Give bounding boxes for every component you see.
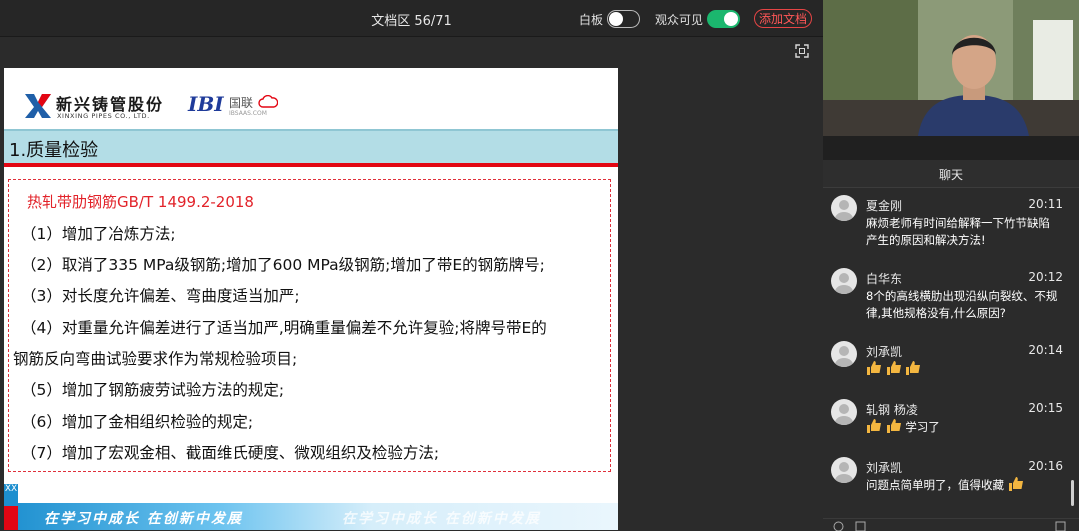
- slide-footer-band: 在学习中成长 在创新中发展 在学习中成长 在创新中发展: [4, 503, 618, 530]
- slide-content-box: 热轧带肋钢筋GB/T 1499.2-2018 （1）增加了冶炼方法; （2）取消…: [8, 179, 611, 472]
- message-text: [866, 361, 1061, 378]
- chat-input-toolbar: [823, 518, 1079, 531]
- message-sender: 夏金刚: [866, 199, 903, 213]
- audience-visible-toggle[interactable]: [707, 10, 740, 28]
- avatar: [831, 268, 857, 294]
- thumbs-up-icon: [1008, 477, 1023, 491]
- chat-message: 轧钢 杨凌 20:15 学习了: [823, 392, 1079, 450]
- thumbs-up-icon: [867, 419, 881, 433]
- slide-title-band: 1.质量检验: [4, 129, 618, 163]
- toggle-knob: [609, 12, 623, 26]
- message-text-content: 学习了: [905, 420, 940, 434]
- add-document-button[interactable]: 添加文档: [754, 9, 813, 28]
- content-line: （1）增加了冶炼方法;: [21, 225, 176, 243]
- thumbs-up-icon: [867, 361, 881, 375]
- message-time: 20:12: [1028, 270, 1063, 284]
- content-line: （2）取消了335 MPa级钢筋;增加了600 MPa级钢筋;增加了带E的钢筋牌…: [21, 256, 545, 274]
- xinxing-logo-icon: [25, 94, 51, 118]
- chat-message: 夏金刚 20:11 麻烦老师有时间给解释一下竹节缺陷产生的原因和解决方法!: [823, 188, 1079, 260]
- content-line: （5）增加了钢筋疲劳试验方法的规定;: [21, 381, 285, 399]
- message-sender: 刘承凯: [866, 461, 903, 475]
- audience-visible-label: 观众可见: [655, 13, 704, 27]
- presenter-video-frame: [823, 0, 1079, 136]
- document-toolbar: 文档区 56/71 白板 观众可见 添加文档: [0, 0, 823, 37]
- presentation-slide: 新兴铸管股份 XINXING PIPES CO., LTD. IBI 国联 IB…: [4, 68, 618, 530]
- message-sender: 白华东: [866, 272, 903, 286]
- fullscreen-icon[interactable]: [795, 44, 809, 58]
- guolian-logo-text: 国联: [229, 96, 254, 110]
- avatar: [831, 195, 857, 221]
- title-divider: [4, 163, 618, 167]
- chat-message-list[interactable]: 夏金刚 20:11 麻烦老师有时间给解释一下竹节缺陷产生的原因和解决方法! 白华…: [823, 188, 1079, 518]
- ibi-logo-mark: IBI: [188, 92, 224, 116]
- message-sender: 刘承凯: [866, 345, 903, 359]
- message-time: 20:15: [1028, 401, 1063, 415]
- footer-slogan: 在学习中成长 在创新中发展: [44, 511, 243, 527]
- panel-divider: [823, 136, 1079, 160]
- content-line: 钢筋反向弯曲试验要求作为常规检验项目;: [13, 350, 298, 368]
- whiteboard-label: 白板: [579, 13, 604, 27]
- chat-header: 聊天: [823, 160, 1079, 188]
- chat-message: 刘承凯 20:16 问题点简单明了，值得收藏: [823, 450, 1079, 508]
- chat-message: 白华东 20:12 8个的高线横肋出现沿纵向裂纹、不规律,其他规格没有,什么原因…: [823, 261, 1079, 333]
- footer-tag: XX: [4, 484, 18, 506]
- thumbs-up-icon: [906, 361, 921, 375]
- chat-message: 刘承凯 20:14: [823, 334, 1079, 392]
- message-text: 学习了: [866, 419, 1061, 436]
- message-text: 麻烦老师有时间给解释一下竹节缺陷产生的原因和解决方法!: [866, 216, 1050, 247]
- message-text: 8个的高线横肋出现沿纵向裂纹、不规律,其他规格没有,什么原因?: [866, 289, 1058, 320]
- message-time: 20:14: [1028, 343, 1063, 357]
- cloud-icon: [258, 95, 278, 108]
- content-line: （6）增加了金相组织检验的规定;: [21, 413, 254, 431]
- message-time: 20:11: [1028, 197, 1063, 211]
- content-line: （7）增加了宏观金相、截面维氏硬度、微观组织及检验方法;: [21, 444, 440, 462]
- content-line: （4）对重量允许偏差进行了适当加严,明确重量偏差不允许复验;将牌号带E的: [21, 319, 547, 337]
- chat-title: 聊天: [938, 168, 963, 182]
- message-text: 问题点简单明了，值得收藏: [866, 477, 1061, 494]
- message-sender: 轧钢 杨凌: [866, 403, 918, 417]
- thumbs-up-icon: [886, 419, 901, 433]
- thumbs-up-icon: [886, 361, 901, 375]
- message-time: 20:16: [1028, 459, 1063, 473]
- whiteboard-toggle[interactable]: [607, 10, 640, 28]
- avatar: [831, 341, 857, 367]
- xinxing-logo-english: XINXING PIPES CO., LTD.: [57, 112, 150, 120]
- footer-slogan-faded: 在学习中成长 在创新中发展: [342, 511, 541, 527]
- content-heading: 热轧带肋钢筋GB/T 1499.2-2018: [27, 193, 254, 211]
- slide-title: 1.质量检验: [9, 140, 99, 161]
- toggle-knob: [724, 12, 738, 26]
- content-line: （3）对长度允许偏差、弯曲度适当加严;: [21, 287, 300, 305]
- avatar: [831, 399, 857, 425]
- guolian-logo-url: IBSAAS.COM: [229, 110, 267, 117]
- avatar: [831, 457, 857, 483]
- chat-scrollbar[interactable]: [1071, 480, 1074, 506]
- presenter-video: [823, 0, 1079, 136]
- message-text-content: 问题点简单明了，值得收藏: [866, 478, 1004, 492]
